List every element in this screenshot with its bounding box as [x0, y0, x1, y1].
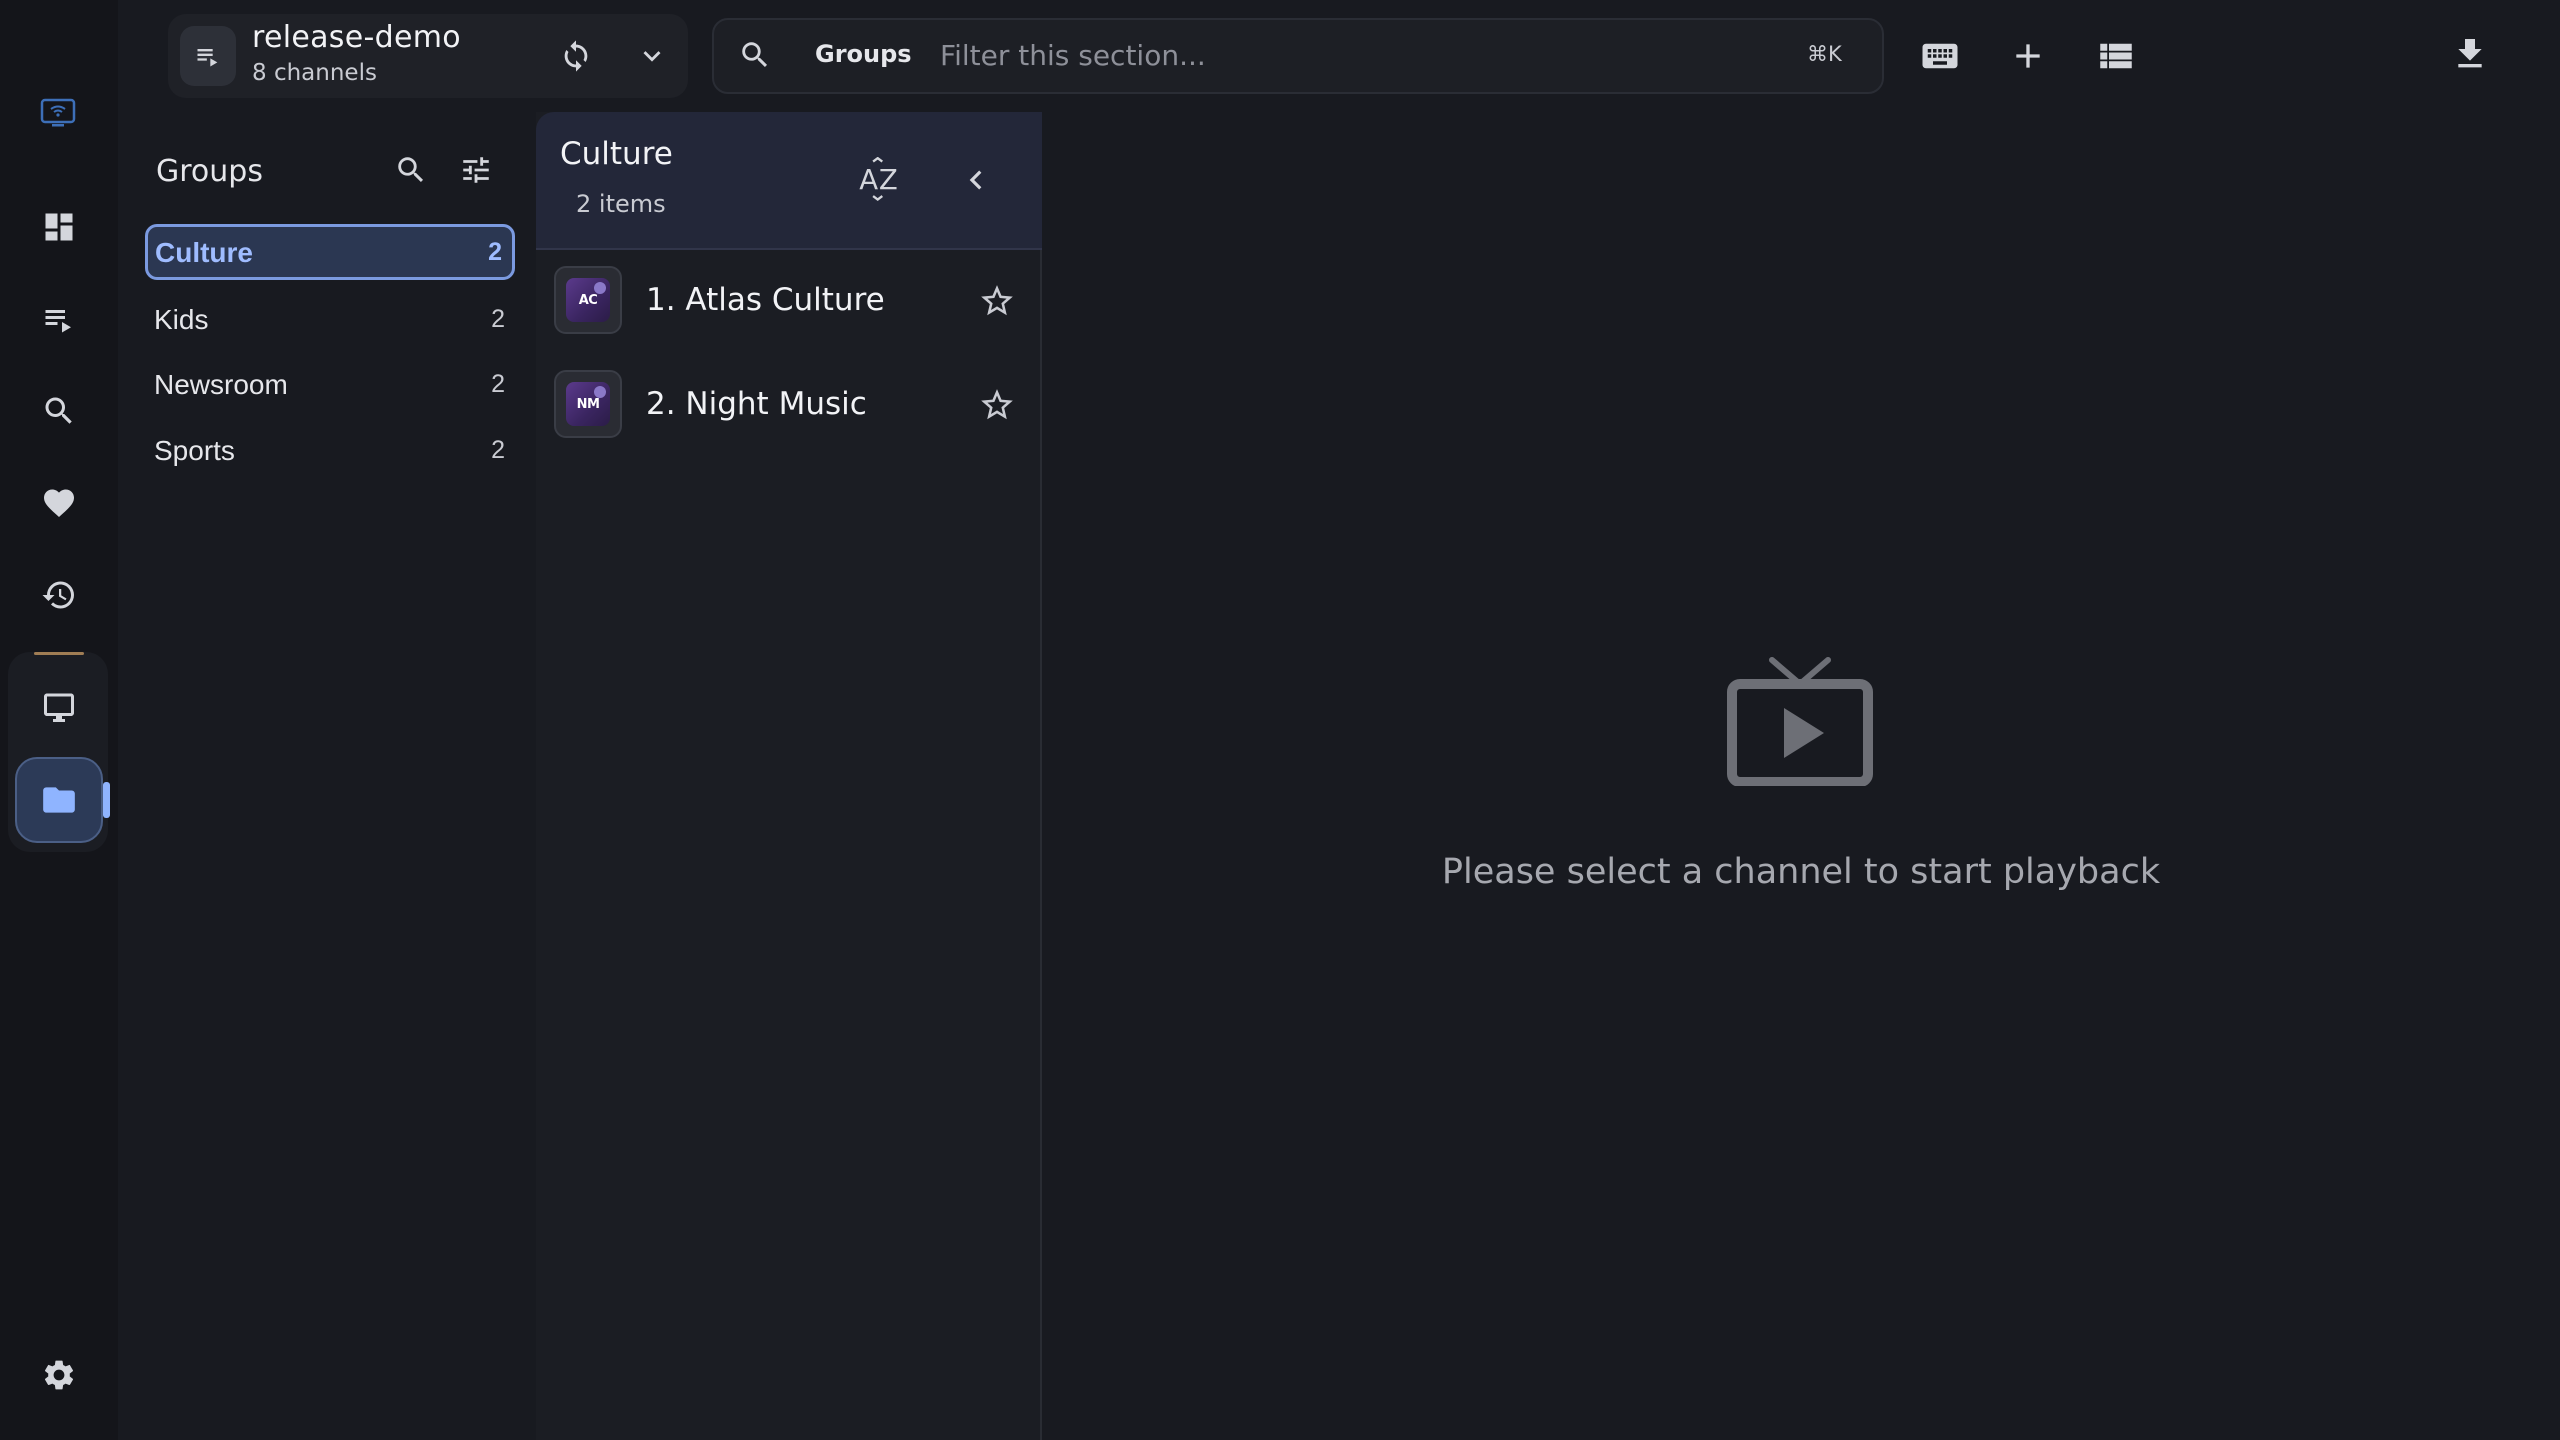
refresh-playlist-button[interactable] [548, 28, 604, 84]
channel-logo-text: NM [576, 396, 600, 412]
add-button[interactable] [2000, 28, 2056, 84]
search-scope-label[interactable]: Groups [815, 40, 912, 68]
shortcut-hint: ⌘K [1807, 42, 1842, 66]
group-label: Sports [154, 435, 235, 466]
group-count: 2 [491, 370, 505, 398]
channel-list-count: 2 items [576, 190, 666, 218]
groups-title: Groups [156, 154, 263, 189]
monitor-icon [44, 693, 74, 722]
channel-row-atlas-culture[interactable]: AC 1. Atlas Culture [538, 252, 1040, 352]
live-tv-icon [1726, 654, 1874, 786]
rail-search-button[interactable] [28, 380, 90, 442]
channel-name: 1. Atlas Culture [646, 282, 885, 318]
heart-icon [44, 489, 74, 518]
favorite-toggle[interactable] [978, 386, 1016, 424]
rail-favorites-button[interactable] [28, 472, 90, 534]
group-label: Kids [154, 304, 209, 335]
channel-name: 2. Night Music [646, 386, 867, 422]
tune-icon [463, 157, 489, 183]
download-button[interactable] [2442, 26, 2498, 82]
folder-icon [43, 787, 75, 813]
rail-playlists-button[interactable] [28, 288, 90, 350]
app-logo-icon [40, 98, 76, 128]
group-item-kids[interactable]: Kids 2 [145, 292, 515, 348]
rail-history-button[interactable] [28, 564, 90, 626]
search-icon [742, 42, 768, 68]
channel-logo: NM [554, 370, 622, 438]
group-item-newsroom[interactable]: Newsroom 2 [145, 357, 515, 413]
list-view-button[interactable] [2088, 28, 2144, 84]
channel-row-night-music[interactable]: NM 2. Night Music [538, 356, 1040, 456]
dashboard-icon [45, 213, 73, 241]
rail-live-tv-button[interactable] [28, 676, 90, 738]
playlist-switcher-icon [180, 26, 236, 86]
playlist-dropdown-button[interactable] [624, 28, 680, 84]
chevron-left-icon [969, 170, 982, 190]
search-icon [45, 397, 72, 424]
star-outline-icon [981, 389, 1013, 420]
collapse-panel-button[interactable] [948, 152, 1004, 208]
group-item-sports[interactable]: Sports 2 [145, 423, 515, 479]
groups-filter-button[interactable] [448, 142, 504, 198]
channel-logo-text: AC [578, 292, 598, 308]
channel-list-title: Culture [560, 136, 673, 172]
group-count: 2 [491, 436, 505, 464]
chevron-down-icon [643, 51, 661, 62]
playlist-channel-count: 8 channels [252, 60, 377, 86]
empty-state-message: Please select a channel to start playbac… [1441, 852, 2161, 892]
sort-az-button[interactable]: A Z [852, 152, 908, 208]
svg-text:Z: Z [879, 163, 898, 196]
gear-icon [44, 1360, 74, 1390]
download-icon [2458, 39, 2482, 68]
groups-search-button[interactable] [383, 142, 439, 198]
active-indicator [103, 782, 110, 818]
search-input[interactable] [940, 32, 1780, 78]
sync-icon [564, 40, 588, 72]
list-icon [2100, 43, 2132, 69]
rail-dashboard-button[interactable] [28, 196, 90, 258]
group-count: 2 [488, 238, 502, 266]
channel-logo: AC [554, 266, 622, 334]
group-item-culture[interactable]: Culture 2 [145, 224, 515, 280]
keyboard-icon [1922, 43, 1958, 69]
group-label: Culture [155, 237, 253, 268]
nav-rail [0, 0, 118, 1440]
search-icon [398, 157, 424, 183]
favorite-toggle[interactable] [978, 282, 1016, 320]
playlist-name: release-demo [252, 20, 461, 55]
sort-alpha-icon: A Z [859, 157, 898, 201]
group-label: Newsroom [154, 369, 288, 400]
playlist-icon [45, 310, 71, 333]
playlist-icon [197, 49, 218, 67]
keyboard-button[interactable] [1912, 28, 1968, 84]
rail-settings-button[interactable] [28, 1344, 90, 1406]
rail-groups-button[interactable] [15, 757, 103, 843]
svg-text:A: A [859, 163, 878, 196]
rail-section-accent [34, 652, 84, 655]
star-outline-icon [981, 285, 1013, 316]
plus-icon [2016, 44, 2040, 68]
group-count: 2 [491, 305, 505, 333]
history-icon [42, 581, 74, 609]
